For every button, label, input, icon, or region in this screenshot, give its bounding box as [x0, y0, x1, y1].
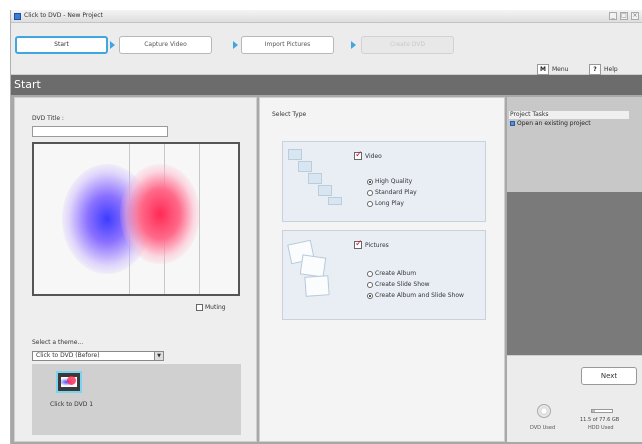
open-project-link[interactable]: Open an existing project	[510, 120, 591, 127]
hdd-usage-fill	[592, 410, 595, 412]
checkbox-icon	[196, 304, 203, 311]
status-area: Next DVD Used 11.5 of 77.6 GB HDD Used	[507, 355, 642, 442]
project-tasks-header: Project Tasks	[509, 111, 629, 119]
help-key-icon: ?	[589, 63, 601, 75]
tasks-empty-area	[507, 192, 642, 355]
step-import-pictures[interactable]: Import Pictures	[241, 36, 334, 54]
menu-button[interactable]: M Menu	[537, 63, 568, 75]
step-create-dvd: Create DVD	[361, 36, 454, 54]
application-window: Click to DVD - New Project _ □ × Start C…	[10, 10, 642, 444]
window-controls: _ □ ×	[609, 12, 639, 20]
radio-long-play[interactable]: Long Play	[367, 200, 404, 207]
maximize-icon[interactable]: □	[620, 12, 628, 20]
folder-icon	[510, 121, 515, 126]
radio-icon	[367, 270, 373, 277]
radio-label: Long Play	[375, 200, 404, 207]
title-bar: Click to DVD - New Project _ □ ×	[11, 10, 642, 23]
dvd-title-label: DVD Title :	[32, 115, 64, 122]
section-header: Start	[11, 75, 642, 95]
preview-image-highlight	[120, 164, 200, 264]
hdd-usage-bar	[591, 409, 613, 413]
help-label: Help	[604, 65, 618, 73]
project-tasks: Project Tasks Open an existing project	[507, 97, 642, 192]
theme-select-value: Click to DVD (Before)	[36, 352, 100, 359]
select-type-panel: Select Type Video High Quality	[259, 97, 505, 442]
right-panel: Project Tasks Open an existing project N…	[507, 97, 642, 442]
pictures-type-card: Pictures Create Album Create Slide Show …	[282, 230, 486, 320]
radio-label: Create Album	[375, 270, 417, 277]
section-title: Start	[14, 78, 41, 91]
step-capture-video[interactable]: Capture Video	[119, 36, 212, 54]
main-content: DVD Title : Muting Select a theme... Cli…	[11, 95, 642, 444]
next-button[interactable]: Next	[581, 367, 637, 385]
hdd-used-label: HDD Used	[588, 425, 614, 431]
radio-icon	[367, 189, 373, 196]
window-title: Click to DVD - New Project	[24, 12, 103, 19]
theme-item-label: Click to DVD 1	[50, 401, 94, 408]
help-button[interactable]: ? Help	[589, 63, 618, 75]
pictures-stack-icon	[285, 236, 347, 306]
radio-create-slide-show[interactable]: Create Slide Show	[367, 281, 430, 288]
radio-create-album[interactable]: Create Album	[367, 270, 416, 277]
chevron-down-icon[interactable]: ▼	[154, 352, 163, 360]
checkbox-checked-icon	[354, 239, 363, 249]
radio-album-and-slide-show[interactable]: Create Album and Slide Show	[367, 292, 464, 299]
radio-selected-icon	[367, 292, 373, 299]
radio-icon	[367, 281, 373, 288]
menu-key-icon: M	[537, 63, 549, 75]
muting-checkbox[interactable]: Muting	[196, 304, 226, 311]
app-icon	[14, 13, 21, 20]
theme-thumbnail[interactable]	[56, 371, 82, 393]
menu-preview	[32, 142, 240, 296]
step-start[interactable]: Start	[15, 36, 108, 54]
dvd-title-input[interactable]	[32, 126, 168, 137]
radio-selected-icon	[367, 178, 373, 185]
pictures-label: Pictures	[365, 241, 389, 249]
radio-icon	[367, 200, 373, 207]
dvd-used-label: DVD Used	[530, 425, 556, 431]
radio-label: Standard Play	[375, 189, 417, 196]
minimize-icon[interactable]: _	[609, 12, 617, 20]
step-arrow-icon	[110, 41, 115, 49]
theme-select[interactable]: Click to DVD (Before) ▼	[32, 351, 164, 361]
menu-label: Menu	[552, 65, 569, 73]
hdd-size-text: 11.5 of 77.6 GB	[580, 417, 620, 423]
video-checkbox[interactable]: Video	[354, 150, 382, 160]
checkbox-checked-icon	[354, 150, 363, 160]
disc-icon	[537, 404, 551, 418]
step-arrow-icon	[351, 41, 356, 49]
radio-label: Create Slide Show	[375, 281, 430, 288]
video-label: Video	[365, 152, 382, 160]
select-type-label: Select Type	[272, 111, 307, 118]
step-arrow-icon	[233, 41, 238, 49]
muting-label: Muting	[205, 304, 226, 311]
close-icon[interactable]: ×	[631, 12, 639, 20]
film-strip-icon	[286, 145, 348, 207]
radio-standard-play[interactable]: Standard Play	[367, 189, 417, 196]
project-setup-panel: DVD Title : Muting Select a theme... Cli…	[14, 97, 257, 442]
radio-label: Create Album and Slide Show	[375, 292, 464, 299]
theme-label: Select a theme...	[32, 339, 84, 346]
wizard-steps-bar: Start Capture Video Import Pictures Crea…	[11, 23, 642, 75]
open-project-label: Open an existing project	[517, 120, 591, 127]
theme-list: Click to DVD 1	[32, 364, 241, 435]
radio-high-quality[interactable]: High Quality	[367, 178, 412, 185]
pictures-checkbox[interactable]: Pictures	[354, 239, 389, 249]
video-type-card: Video High Quality Standard Play Long Pl…	[282, 141, 486, 222]
radio-label: High Quality	[375, 178, 413, 185]
